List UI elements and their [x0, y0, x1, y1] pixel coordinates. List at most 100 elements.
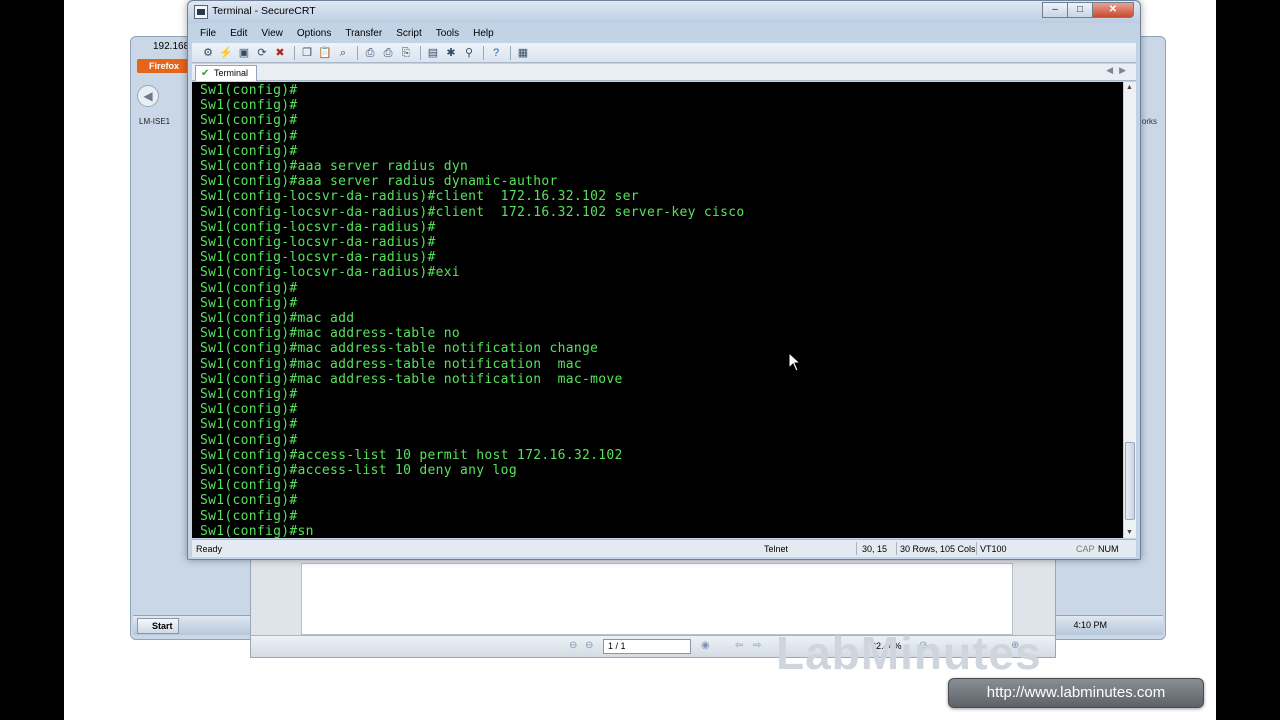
menu-transfer[interactable]: Transfer	[337, 25, 388, 43]
session-options-icon[interactable]: ▤	[425, 46, 441, 60]
taskbar-clock: 4:10 PM	[1073, 620, 1107, 630]
terminal-line: Sw1(config-locsvr-da-radius)#exi	[200, 265, 461, 281]
sftp-icon[interactable]: ▦	[515, 46, 531, 60]
keymap-icon[interactable]: ⚲	[461, 46, 477, 60]
status-divider	[856, 542, 857, 555]
terminal-line: Sw1(config)#	[200, 295, 298, 311]
page-down-icon[interactable]: ⊖	[585, 640, 593, 651]
disconnect-icon[interactable]: ✖	[272, 46, 288, 60]
reconnect-icon[interactable]: ⟳	[254, 46, 270, 60]
terminal-line: Sw1(config)#	[200, 83, 298, 98]
terminal-output[interactable]: Sw1(config)# Sw1(config)# Sw1(config)# Sw1(…	[192, 82, 1123, 538]
status-protocol: Telnet	[764, 544, 789, 554]
copy-icon[interactable]: ❐	[299, 46, 315, 60]
terminal-line: Sw1(config)#	[200, 417, 298, 433]
close-button[interactable]: ✕	[1092, 2, 1134, 18]
vertical-scrollbar[interactable]: ▲ ▼	[1123, 82, 1136, 538]
global-options-icon[interactable]: ✱	[443, 46, 459, 60]
terminal-line: Sw1(config)#sn	[200, 523, 314, 538]
print-icon[interactable]: ⎙	[362, 46, 378, 60]
connected-check-icon: ✔	[201, 68, 210, 79]
paste-icon[interactable]: 📋	[317, 46, 333, 60]
window-title: Terminal - SecureCRT	[212, 5, 316, 17]
browser-title: 192.168	[153, 41, 190, 52]
watermark-logo: LabMinutes	[776, 627, 1042, 679]
scrollbar-thumb[interactable]	[1125, 442, 1135, 520]
connect-icon[interactable]: ⚙	[200, 46, 216, 60]
menu-help[interactable]: Help	[465, 25, 500, 43]
terminal-line: Sw1(config)#aaa server radius dyn	[200, 159, 469, 175]
securecrt-window: Terminal - SecureCRT ‒ □ ✕ File Edit Vie…	[187, 0, 1141, 560]
page-up-icon[interactable]: ⊖	[569, 640, 577, 651]
status-state: Ready	[196, 544, 223, 554]
maximize-button[interactable]: □	[1067, 2, 1093, 18]
tab-terminal[interactable]: ✔ Terminal	[195, 65, 258, 81]
page-number-input[interactable]: 1 / 1	[603, 639, 691, 654]
terminal-line: Sw1(config)#	[200, 113, 298, 129]
status-emulation: VT100	[980, 544, 1007, 554]
find-icon[interactable]: ⌕	[335, 46, 351, 60]
terminal-line: Sw1(config)#	[200, 478, 298, 494]
minimize-button[interactable]: ‒	[1042, 2, 1068, 18]
toolbar-divider	[420, 45, 421, 60]
video-frame: 192.168 Firefox ◀ LM-ISE1 orks Start 4:1…	[64, 0, 1216, 720]
tab-label: Terminal	[214, 68, 249, 78]
terminal-line: Sw1(config-locsvr-da-radius)#	[200, 250, 436, 266]
terminal-line: Sw1(config)#	[200, 280, 298, 296]
terminal-line: Sw1(config)#	[200, 128, 298, 144]
forward-icon[interactable]: ⇨	[753, 640, 761, 651]
terminal-line: Sw1(config)#mac address-table no	[200, 326, 461, 342]
terminal-line: Sw1(config-locsvr-da-radius)#client 172.…	[200, 204, 745, 220]
terminal-line: Sw1(config-locsvr-da-radius)#client 172.…	[200, 189, 639, 205]
connect-tab-icon[interactable]: ▣	[236, 46, 252, 60]
firefox-menu-button[interactable]: Firefox	[137, 59, 193, 73]
toolbar: ⚙ ⚡ ▣ ⟳ ✖ ❐ 📋 ⌕ ⎙ ⎙ ⎘ ▤ ✱ ⚲ ? ▦	[192, 43, 1136, 63]
terminal-line: Sw1(config)#access-list 10 permit host 1…	[200, 447, 623, 463]
terminal-line: Sw1(config)#	[200, 387, 298, 403]
status-divider	[976, 542, 977, 555]
menu-tools[interactable]: Tools	[428, 25, 465, 43]
print-setup-icon[interactable]: ⎘	[398, 46, 414, 60]
menu-options[interactable]: Options	[289, 25, 337, 43]
terminal-app-icon	[194, 5, 208, 19]
help-icon[interactable]: ?	[488, 46, 504, 60]
status-cursor-position: 30, 15	[862, 544, 888, 554]
scroll-down-icon[interactable]: ▼	[1126, 529, 1133, 536]
toolbar-divider	[510, 45, 511, 60]
terminal-line: Sw1(config)#	[200, 143, 298, 159]
scroll-up-icon[interactable]: ▲	[1126, 84, 1133, 91]
watermark-url: http://www.labminutes.com	[948, 678, 1204, 708]
status-cap: CAP	[1076, 544, 1095, 554]
toolbar-divider	[294, 45, 295, 60]
status-divider	[896, 542, 897, 555]
pdf-page	[301, 563, 1013, 635]
menu-edit[interactable]: Edit	[222, 25, 253, 43]
next-page-icon[interactable]: ◉	[701, 640, 710, 651]
terminal-line: Sw1(config)#access-list 10 deny any log	[200, 463, 517, 479]
terminal-line: Sw1(config-locsvr-da-radius)#	[200, 219, 436, 235]
mouse-pointer-icon	[788, 352, 802, 372]
terminal-line: Sw1(config)#	[200, 508, 298, 524]
status-dimensions: 30 Rows, 105 Cols	[900, 544, 976, 554]
session-tab-bar: ✔ Terminal ◀▶	[192, 64, 1136, 81]
toolbar-divider	[357, 45, 358, 60]
title-bar[interactable]: Terminal - SecureCRT ‒ □ ✕	[188, 1, 1140, 23]
menu-bar: File Edit View Options Transfer Script T…	[192, 25, 500, 43]
back-arrow-icon[interactable]: ◀	[137, 85, 159, 107]
bookmark-item[interactable]: LM-ISE1	[139, 117, 170, 126]
print-selection-icon[interactable]: ⎙	[380, 46, 396, 60]
menu-script[interactable]: Script	[388, 25, 428, 43]
menu-file[interactable]: File	[192, 25, 222, 43]
terminal-line: Sw1(config)#	[200, 98, 298, 114]
status-bar: Ready Telnet 30, 15 30 Rows, 105 Cols VT…	[192, 539, 1136, 557]
start-button[interactable]: Start	[137, 618, 179, 634]
terminal-line: Sw1(config)#	[200, 432, 298, 448]
status-num: NUM	[1098, 544, 1119, 554]
terminal-line: Sw1(config)#aaa server radius dynamic-au…	[200, 174, 558, 190]
back-icon[interactable]: ⇦	[735, 640, 743, 651]
tab-scroll-arrows-icon[interactable]: ◀▶	[1106, 65, 1132, 76]
terminal-line: Sw1(config)#mac address-table notificati…	[200, 341, 599, 357]
terminal-line: Sw1(config)#mac add	[200, 311, 355, 327]
quick-connect-icon[interactable]: ⚡	[218, 46, 234, 60]
menu-view[interactable]: View	[253, 25, 289, 43]
